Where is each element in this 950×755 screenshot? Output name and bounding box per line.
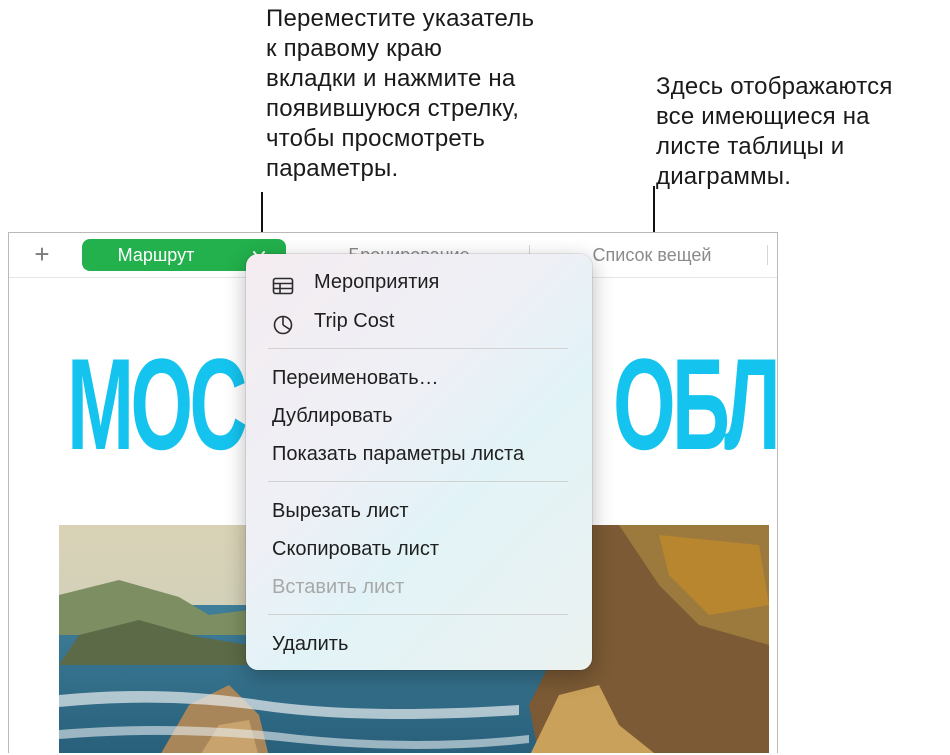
menu-separator — [268, 614, 568, 615]
pie-chart-icon — [272, 311, 294, 335]
tab-divider — [767, 245, 768, 265]
menu-item-label: Показать параметры листа — [272, 443, 525, 465]
menu-item-label: Мероприятия — [314, 271, 440, 293]
add-sheet-button[interactable]: + — [29, 239, 55, 269]
menu-item-duplicate[interactable]: Дублировать — [246, 398, 592, 434]
sheet-context-menu: Мероприятия Trip Cost Переименовать… Дуб… — [246, 254, 592, 670]
menu-item-copy-sheet[interactable]: Скопировать лист — [246, 531, 592, 567]
table-icon — [272, 272, 294, 295]
menu-item-delete[interactable]: Удалить — [246, 626, 592, 662]
menu-item-trip-cost-chart[interactable]: Trip Cost — [246, 303, 592, 339]
menu-item-label: Скопировать лист — [272, 538, 440, 560]
menu-separator — [268, 481, 568, 482]
menu-item-label: Вырезать лист — [272, 500, 409, 522]
menu-item-label: Вставить лист — [272, 576, 405, 598]
menu-item-label: Удалить — [272, 633, 349, 655]
menu-item-show-sheet-options[interactable]: Показать параметры листа — [246, 436, 592, 472]
menu-separator — [268, 348, 568, 349]
callout-sheet-objects: Здесь отображаются все имеющиеся на лист… — [656, 73, 893, 190]
menu-item-label: Дублировать — [272, 405, 393, 427]
menu-item-label: Переименовать… — [272, 367, 439, 389]
menu-item-paste-sheet: Вставить лист — [246, 569, 592, 605]
tab-route-label: Маршрут — [117, 245, 195, 265]
callout-tab-options: Переместите указатель к правому краю вкл… — [266, 5, 535, 182]
menu-item-label: Trip Cost — [314, 310, 395, 332]
menu-item-rename[interactable]: Переименовать… — [246, 360, 592, 396]
menu-item-cut-sheet[interactable]: Вырезать лист — [246, 493, 592, 529]
headline-text-right: ОБЛА — [613, 331, 778, 477]
menu-item-events-table[interactable]: Мероприятия — [246, 264, 592, 300]
